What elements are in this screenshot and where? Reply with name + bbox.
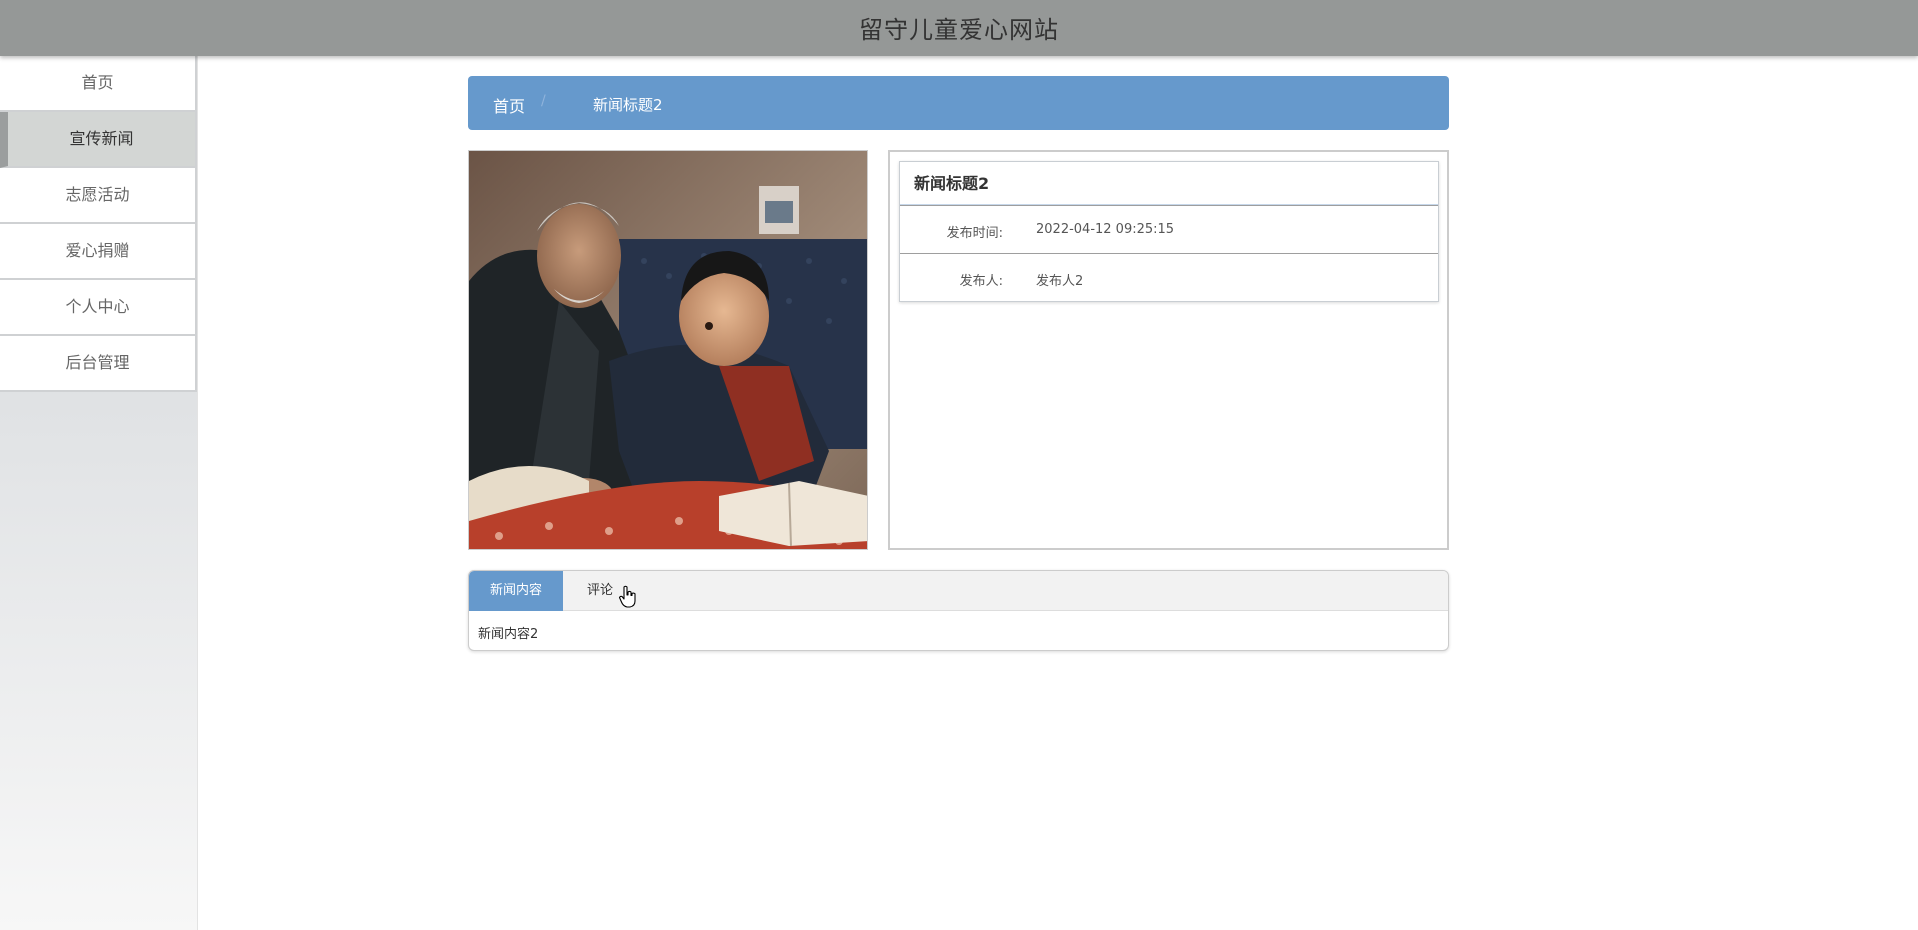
news-info-panel: 新闻标题2 发布时间: 2022-04-12 09:25:15 发布人: 发布人… xyxy=(888,150,1449,550)
news-photo xyxy=(468,150,868,550)
tab-header: 新闻内容 评论 xyxy=(469,571,1448,611)
main-content: 首页 / 新闻标题2 新闻标题2 发布时间: 2022-04-12 09:25:… xyxy=(468,76,1449,651)
news-info-card: 新闻标题2 发布时间: 2022-04-12 09:25:15 发布人: 发布人… xyxy=(899,161,1439,302)
site-title: 留守儿童爱心网站 xyxy=(859,16,1059,44)
breadcrumb-home-link[interactable]: 首页 xyxy=(493,93,525,117)
sidebar-item-volunteer[interactable]: 志愿活动 xyxy=(0,168,197,224)
breadcrumb-separator: / xyxy=(541,93,546,109)
publisher-row: 发布人: 发布人2 xyxy=(900,253,1438,301)
sidebar-item-home[interactable]: 首页 xyxy=(0,56,197,112)
sidebar-item-donation[interactable]: 爱心捐赠 xyxy=(0,224,197,280)
sidebar-item-admin[interactable]: 后台管理 xyxy=(0,336,197,392)
news-photo-image xyxy=(469,151,867,549)
news-tabs: 新闻内容 评论 新闻内容2 xyxy=(468,570,1449,651)
tab-content: 新闻内容2 xyxy=(478,627,539,642)
breadcrumb: 首页 / 新闻标题2 xyxy=(468,76,1449,130)
tab-comments[interactable]: 评论 xyxy=(587,571,613,611)
site-header: 留守儿童爱心网站 xyxy=(0,0,1918,56)
publisher-value: 发布人2 xyxy=(1036,274,1084,289)
tab-news-content[interactable]: 新闻内容 xyxy=(469,571,563,611)
breadcrumb-current: 新闻标题2 xyxy=(593,96,663,114)
sidebar: 首页 宣传新闻 志愿活动 爱心捐赠 个人中心 后台管理 xyxy=(0,56,198,930)
publish-time-value: 2022-04-12 09:25:15 xyxy=(1036,222,1175,237)
sidebar-item-news[interactable]: 宣传新闻 xyxy=(0,112,197,168)
publish-time-row: 发布时间: 2022-04-12 09:25:15 xyxy=(900,205,1438,253)
publisher-label: 发布人: xyxy=(959,274,1003,289)
news-title: 新闻标题2 xyxy=(900,162,1438,205)
publish-time-label: 发布时间: xyxy=(946,226,1003,241)
sidebar-item-personal-center[interactable]: 个人中心 xyxy=(0,280,197,336)
news-detail-row: 新闻标题2 发布时间: 2022-04-12 09:25:15 发布人: 发布人… xyxy=(468,150,1449,550)
